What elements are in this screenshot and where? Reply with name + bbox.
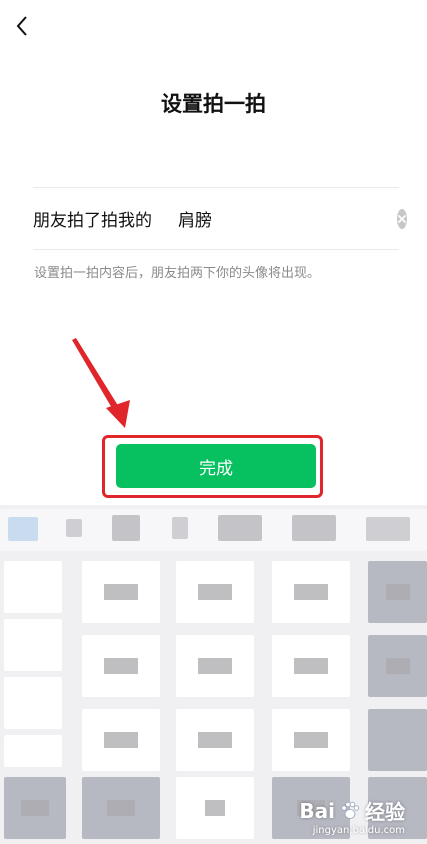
clear-button[interactable] <box>397 208 407 229</box>
keyboard-key <box>82 561 160 623</box>
keyboard-key <box>82 777 160 839</box>
pat-suffix-input[interactable] <box>178 198 397 239</box>
keyboard-key <box>4 561 62 613</box>
page-title: 设置拍一拍 <box>161 92 266 116</box>
keyboard-key <box>176 561 254 623</box>
back-button[interactable] <box>8 10 36 42</box>
keyboard-key <box>272 709 350 771</box>
keyboard-key <box>82 709 160 771</box>
keyboard-key <box>4 619 62 671</box>
keyboard-candidate-bar <box>0 509 427 551</box>
keyboard-key <box>368 635 427 697</box>
chevron-left-icon <box>16 16 27 36</box>
baidu-jingyan-watermark: Bai 经验 jingyan.baidu.com <box>299 796 405 837</box>
keyboard-key <box>368 561 427 623</box>
keyboard-candidate <box>8 517 38 541</box>
divider <box>33 249 399 250</box>
pat-setting-row: 朋友拍了拍我的 <box>33 188 407 249</box>
keyboard-candidate <box>172 517 188 539</box>
watermark-logo-text-2: 经验 <box>365 800 405 824</box>
keyboard-candidate <box>366 517 410 541</box>
keyboard-candidate <box>112 515 140 541</box>
clear-circle-icon <box>397 214 407 223</box>
keyboard-key <box>272 635 350 697</box>
watermark-logo-text: Bai <box>299 798 335 823</box>
keyboard-candidate <box>66 519 82 537</box>
keyboard-key <box>176 635 254 697</box>
baidu-paw-icon <box>341 801 360 819</box>
keyboard-key <box>272 561 350 623</box>
watermark-url: jingyan.baidu.com <box>312 825 405 836</box>
keyboard-key <box>4 677 62 729</box>
keyboard-candidate <box>292 515 336 541</box>
keyboard-key <box>368 709 427 771</box>
hint-text: 设置拍一拍内容后，朋友拍两下你的头像将出现。 <box>34 266 321 281</box>
keyboard-key <box>82 635 160 697</box>
blurred-keyboard: Bai 经验 jingyan.baidu.com <box>0 505 427 844</box>
keyboard-key <box>176 777 254 839</box>
keyboard-key <box>4 735 62 767</box>
keyboard-candidate <box>218 515 262 541</box>
pat-prefix-label: 朋友拍了拍我的 <box>33 211 152 231</box>
keyboard-key <box>4 777 66 839</box>
done-button[interactable]: 完成 <box>116 444 316 488</box>
keyboard-key <box>176 709 254 771</box>
